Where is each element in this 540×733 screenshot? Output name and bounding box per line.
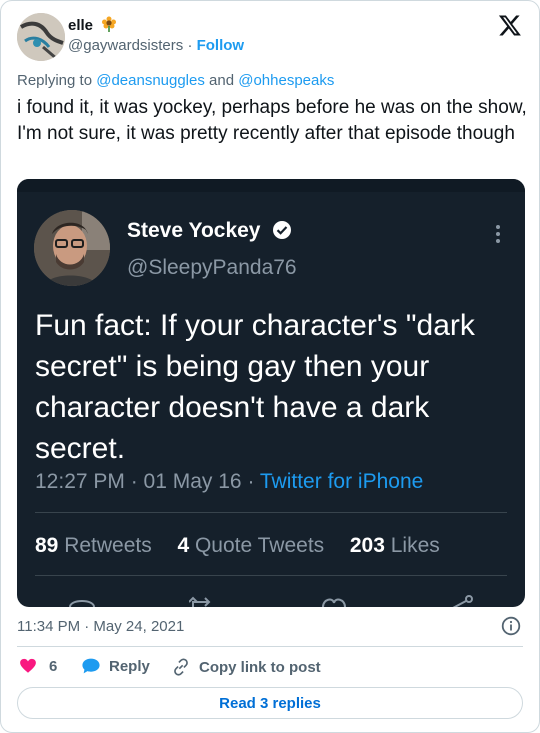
- link-icon: [174, 658, 188, 676]
- speech-bubble-icon: [82, 658, 100, 674]
- heart-icon: [20, 658, 36, 673]
- embedded-post-card: elle @gaywardsisters · Follow Replying t…: [0, 0, 540, 733]
- follow-link[interactable]: Follow: [197, 37, 245, 54]
- likes-count: 203: [349, 534, 385, 557]
- mention-link[interactable]: @deansnuggles: [96, 72, 205, 89]
- screenshot-author-name: Steve Yockey: [127, 219, 261, 242]
- quotes-label: Quote Tweets: [194, 534, 325, 557]
- copy-link-button[interactable]: Copy link to post: [171, 657, 321, 677]
- screenshot-divider: [35, 575, 507, 576]
- attached-screenshot[interactable]: Steve Yockey @SleepyPanda76 Fun fact: If…: [17, 179, 525, 607]
- screenshot-action-row: [17, 593, 525, 607]
- separator-dot: ·: [187, 37, 193, 54]
- screenshot-share-icon: [445, 593, 475, 607]
- screenshot-author-name-row: Steve Yockey: [127, 219, 292, 246]
- screenshot-author-handle: @SleepyPanda76: [127, 256, 297, 279]
- replying-to-line: Replying to @deansnuggles and @ohhespeak…: [17, 72, 334, 89]
- post-timestamp[interactable]: 11:34 PM · May 24, 2021: [17, 618, 184, 635]
- likes-label: Likes: [390, 534, 440, 557]
- sunflower-icon: [101, 16, 117, 36]
- read-replies-button[interactable]: Read 3 replies: [17, 687, 523, 719]
- more-options-icon: [495, 223, 501, 245]
- quotes-count: 4: [177, 534, 190, 557]
- verified-badge-icon: [272, 220, 292, 246]
- mention-link[interactable]: @ohhespeaks: [238, 72, 334, 89]
- author-handle-row: @gaywardsisters · Follow: [68, 37, 244, 54]
- author-avatar[interactable]: [17, 13, 65, 61]
- author-name-row[interactable]: elle: [68, 16, 117, 36]
- reply-button[interactable]: Reply: [81, 657, 150, 675]
- copy-link-label: Copy link to post: [199, 658, 321, 676]
- screenshot-meta: 12:27 PM · 01 May 16 · Twitter for iPhon…: [35, 470, 423, 494]
- screenshot-reply-icon: [67, 593, 97, 607]
- screenshot-source: Twitter for iPhone: [259, 470, 424, 493]
- info-icon[interactable]: [501, 616, 521, 636]
- screenshot-like-icon: [319, 593, 349, 607]
- screenshot-divider: [35, 512, 507, 513]
- screenshot-timestamp: 12:27 PM · 01 May 16 ·: [35, 470, 260, 493]
- like-count: 6: [49, 657, 58, 675]
- retweets-label: Retweets: [64, 534, 152, 557]
- read-replies-label: Read 3 replies: [219, 694, 321, 712]
- author-handle[interactable]: @gaywardsisters: [68, 37, 183, 54]
- reply-label: Reply: [109, 657, 150, 675]
- x-logo-icon[interactable]: [498, 13, 522, 37]
- replying-prefix: Replying to: [17, 72, 97, 89]
- replying-conjunction: and: [204, 72, 239, 89]
- retweets-count: 89: [35, 534, 59, 557]
- screenshot-avatar: [34, 210, 110, 286]
- avatar-image: [17, 13, 65, 61]
- screenshot-tweet-text: Fun fact: If your character's "dark secr…: [35, 309, 475, 465]
- author-display-name[interactable]: elle: [68, 17, 93, 34]
- screenshot-top-strip: [17, 179, 525, 192]
- screenshot-retweet-icon: [188, 593, 219, 607]
- like-button[interactable]: 6: [19, 657, 57, 675]
- post-text: i found it, it was yockey, perhaps befor…: [17, 97, 527, 144]
- screenshot-stats: 89 Retweets 4 Quote Tweets 203 Likes: [35, 534, 440, 558]
- section-divider: [17, 646, 523, 647]
